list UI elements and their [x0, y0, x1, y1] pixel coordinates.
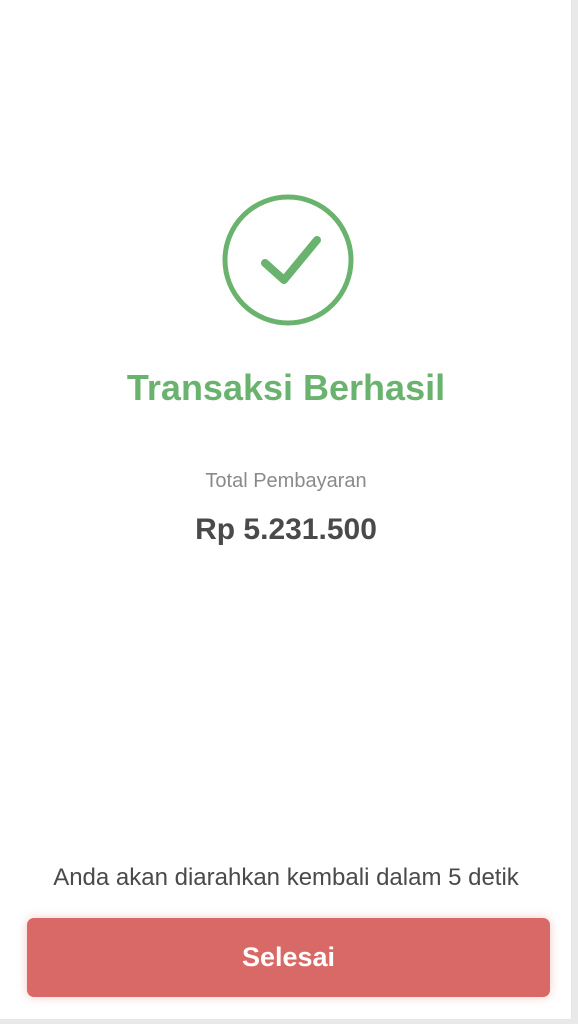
total-payment-amount: Rp 5.231.500	[195, 513, 377, 546]
success-screen: Transaksi Berhasil Total Pembayaran Rp 5…	[0, 0, 572, 1020]
done-button[interactable]: Selesai	[27, 918, 550, 997]
status-title: Transaksi Berhasil	[126, 367, 446, 408]
check-circle-icon	[221, 193, 355, 327]
redirect-message: Anda akan diarahkan kembali dalam 5 deti…	[53, 864, 519, 891]
total-payment-label: Total Pembayaran	[205, 470, 367, 492]
